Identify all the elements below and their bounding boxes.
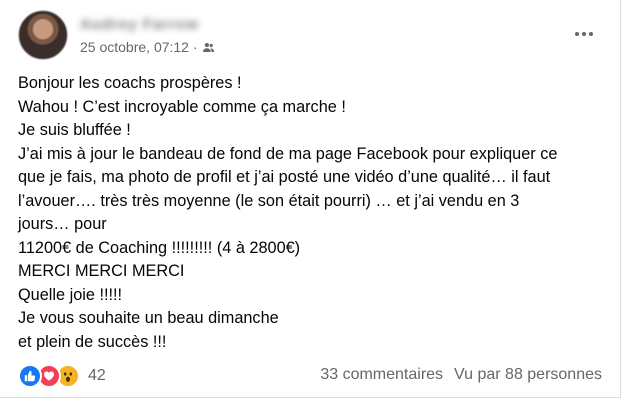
- post-line: Quelle joie !!!!!: [18, 285, 123, 304]
- post-line: jours… pour: [18, 215, 107, 233]
- post-stats: 33 commentaires Vu par 88 personnes: [320, 366, 602, 384]
- post-timestamp[interactable]: 25 octobre, 07:12: [80, 39, 189, 55]
- post-line: et plein de succès !!!: [18, 332, 167, 351]
- more-dot: [575, 32, 579, 36]
- post-footer: 42 33 commentaires Vu par 88 personnes: [18, 362, 602, 388]
- post-line: Je suis bluffée !: [18, 121, 131, 139]
- like-icon: [18, 364, 42, 388]
- post-line: Bonjour les coachs prospères !: [18, 74, 242, 92]
- meta-separator: ·: [192, 39, 198, 55]
- facebook-post: Audrey Farrow 25 octobre, 07:12 · Bonjou…: [0, 0, 621, 398]
- author-name[interactable]: Audrey Farrow: [80, 16, 199, 33]
- post-line: J’ai mis à jour le bandeau de fond de ma…: [18, 144, 558, 163]
- friends-icon[interactable]: [202, 41, 215, 54]
- post-meta: 25 octobre, 07:12 ·: [80, 39, 215, 55]
- more-dot: [589, 32, 593, 36]
- reactions-summary[interactable]: 42: [18, 364, 106, 388]
- post-line: 11200€ de Coaching !!!!!!!!! (4 à 2800€): [18, 238, 301, 257]
- more-options-button[interactable]: [566, 16, 602, 52]
- post-line: l’avouer…. très très moyenne (le son éta…: [18, 191, 520, 210]
- avatar[interactable]: [18, 10, 68, 60]
- views-count[interactable]: Vu par 88 personnes: [454, 366, 602, 384]
- comments-count[interactable]: 33 commentaires: [320, 366, 443, 384]
- post-line: Wahou ! C’est incroyable comme ça marche…: [18, 97, 346, 116]
- post-body: Bonjour les coachs prospères ! Wahou ! C…: [18, 72, 608, 354]
- post-line: que je fais, ma photo de profil et j’ai …: [18, 168, 551, 186]
- reaction-count: 42: [88, 367, 106, 384]
- post-line: Je vous souhaite un beau dimanche: [18, 309, 279, 327]
- more-dot: [582, 32, 586, 36]
- post-header: Audrey Farrow 25 octobre, 07:12 ·: [18, 10, 602, 66]
- post-line: MERCI MERCI MERCI: [18, 262, 185, 280]
